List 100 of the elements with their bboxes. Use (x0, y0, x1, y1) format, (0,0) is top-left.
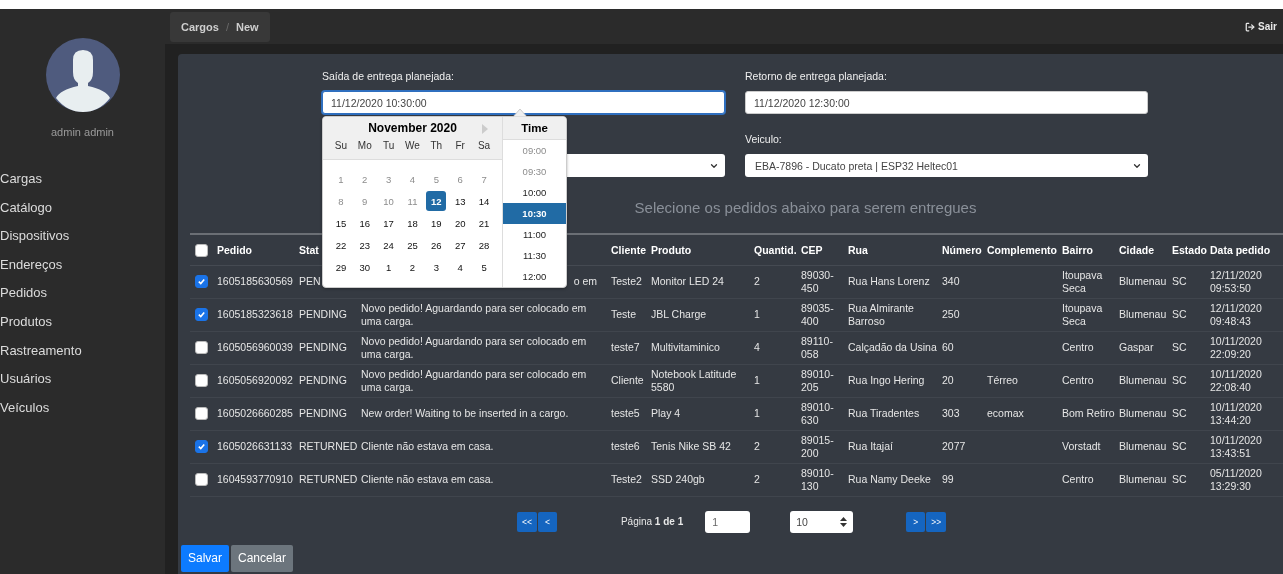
column-header: Complemento (987, 243, 1057, 256)
logout-link[interactable]: Sair (1245, 21, 1277, 32)
table-cell: Rua Tiradentes (848, 407, 920, 420)
calendar-day[interactable]: 19 (426, 213, 447, 233)
last-page-button[interactable]: >> (926, 511, 947, 532)
time-option[interactable]: 10:00 (503, 182, 566, 203)
checkbox[interactable] (195, 341, 208, 355)
calendar-day[interactable]: 18 (402, 213, 423, 233)
table-cell: PENDING (299, 341, 347, 354)
table-cell: Vorstadt (1062, 440, 1101, 453)
table-cell: 89110-058 (801, 335, 833, 360)
column-header: Pedido (217, 243, 252, 256)
calendar-day[interactable]: 29 (330, 257, 351, 277)
calendar-day[interactable]: 22 (330, 235, 351, 255)
check-icon (197, 442, 206, 452)
table-cell: 250 (942, 308, 960, 321)
calendar-day[interactable]: 16 (354, 213, 375, 233)
date-input[interactable]: 11/12/2020 10:30:00 (322, 91, 725, 114)
calendar-day[interactable]: 4 (450, 257, 471, 277)
nav-link[interactable]: Catálogo (0, 198, 53, 228)
calendar-day[interactable]: 20 (450, 213, 471, 233)
table-cell: Rua Ingo Hering (848, 374, 925, 387)
nav-link[interactable]: Veículos (0, 398, 50, 428)
table-cell: 1 (754, 407, 760, 420)
calendar-day[interactable]: 25 (402, 235, 423, 255)
time-option[interactable]: 10:30 (503, 203, 566, 224)
nav-link[interactable]: Pedidos (0, 284, 47, 313)
nav-link[interactable]: Produtos (0, 312, 53, 342)
vehicle-select[interactable]: EBA-7896 - Ducato preta | ESP32 Heltec01 (745, 154, 1148, 177)
breadcrumb-link[interactable]: Cargos (181, 20, 219, 33)
table-cell: Blumenau (1119, 407, 1167, 420)
nav-link[interactable]: Endereços (0, 255, 63, 285)
nav-link[interactable]: Rastreamento (0, 341, 82, 371)
calendar-day[interactable]: 15 (330, 213, 351, 233)
time-option[interactable]: 11:30 (503, 245, 566, 266)
table-cell: 303 (942, 407, 960, 420)
nav-link[interactable]: Dispositivos (0, 227, 70, 256)
calendar-day[interactable]: 13 (450, 191, 471, 211)
field-label: Saída de entrega planejada: (322, 69, 455, 84)
breadcrumb-link[interactable]: New (235, 20, 259, 33)
page-indicator: Página 1 de 1 (620, 516, 684, 527)
page-size-select[interactable]: 10 (790, 510, 854, 533)
table-cell: 2 (754, 473, 760, 486)
checkbox[interactable] (195, 407, 208, 421)
calendar-day[interactable]: 27 (450, 235, 471, 255)
weekday-label: Th (429, 139, 444, 153)
table-cell: Novo pedido! Aguardando para ser colocado em uma carga. (361, 302, 587, 327)
calendar-day[interactable]: 28 (474, 235, 495, 255)
calendar-day[interactable]: 1 (378, 257, 399, 277)
table-cell: 89010-130 (801, 467, 834, 492)
calendar-day[interactable]: 3 (426, 257, 447, 277)
nav-link[interactable]: Usuários (0, 370, 52, 399)
cancel-button[interactable]: Cancelar (231, 544, 294, 572)
column-header: Produto (651, 243, 692, 256)
checkbox[interactable] (195, 473, 208, 487)
save-button[interactable]: Salvar (181, 544, 229, 572)
calendar-day[interactable]: 21 (474, 213, 495, 233)
time-option[interactable]: 11:00 (503, 224, 566, 245)
table-cell: Bom Retiro (1062, 407, 1115, 420)
calendar-day[interactable]: 5 (474, 257, 495, 277)
table-cell: Novo pedido! Aguardando para ser colocado em uma carga. (361, 335, 587, 360)
calendar-day[interactable]: 2 (402, 257, 423, 277)
first-page-button[interactable]: << (517, 511, 537, 532)
calendar-day[interactable]: 26 (426, 235, 447, 255)
table-cell: o em (573, 275, 597, 288)
table-cell: SC (1172, 275, 1187, 288)
table-cell: Notebook Latitude 5580 (651, 368, 737, 393)
table-cell: Play 4 (651, 407, 681, 420)
checkbox[interactable] (195, 243, 208, 257)
date-input[interactable]: 11/12/2020 12:30:00 (745, 91, 1148, 114)
column-header: Rua (848, 243, 868, 256)
calendar-day[interactable]: 17 (378, 213, 399, 233)
checkbox[interactable] (195, 308, 208, 322)
column-header: Stat (299, 243, 319, 256)
calendar-day[interactable]: 12 (426, 191, 447, 211)
logout-icon (1245, 21, 1256, 32)
calendar-day[interactable]: 30 (354, 257, 375, 277)
checkbox[interactable] (195, 374, 208, 388)
time-option[interactable]: 12:00 (503, 266, 566, 287)
table-cell: 2 (754, 440, 760, 453)
table-cell: Rua Itajaí (848, 440, 893, 453)
table-cell: Blumenau (1119, 473, 1167, 486)
table-cell: SC (1172, 374, 1187, 387)
table-cell: 99 (942, 473, 954, 486)
calendar-day[interactable]: 24 (378, 235, 399, 255)
table-cell: 89010-630 (801, 401, 834, 426)
calendar-day[interactable]: 14 (474, 191, 495, 211)
check-icon (197, 310, 206, 320)
checkbox[interactable] (195, 275, 208, 289)
table-cell: SC (1172, 473, 1187, 486)
previous-page-button[interactable]: < (537, 511, 557, 532)
page-input[interactable]: 1 (705, 510, 751, 533)
weekday-label: Mo (356, 139, 373, 153)
column-header: Data pedido (1210, 243, 1271, 256)
checkbox[interactable] (195, 440, 208, 454)
next-page-button[interactable]: > (906, 511, 926, 532)
table-cell: Blumenau (1119, 374, 1167, 387)
nav-link[interactable]: Cargas (0, 170, 42, 199)
calendar-day[interactable]: 23 (354, 235, 375, 255)
table-cell: 1604593770910 (217, 473, 293, 486)
